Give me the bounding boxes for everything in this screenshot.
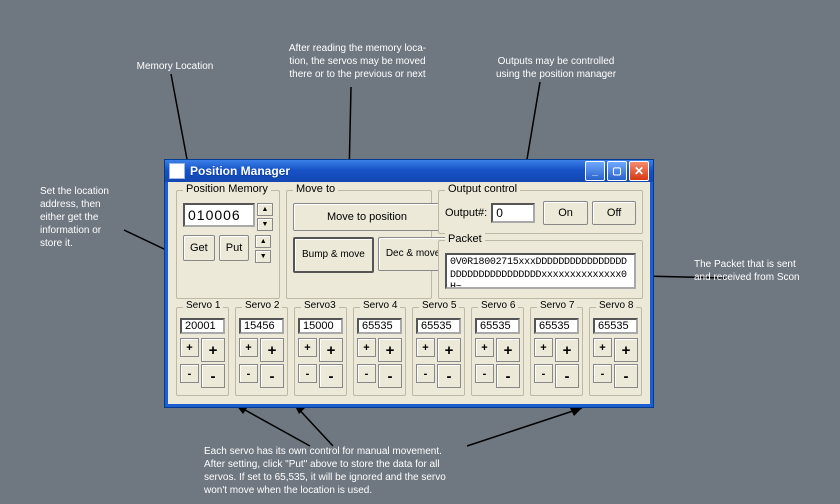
close-button[interactable]: ✕ bbox=[629, 161, 649, 181]
callout-packet: The Packet that is sent and received fro… bbox=[694, 258, 824, 284]
servo-6-minus-big[interactable]: - bbox=[496, 364, 520, 388]
servo-6-minus-small[interactable]: - bbox=[475, 364, 494, 383]
servo-group-2: Servo 2++-- bbox=[235, 307, 288, 396]
servo-1-minus-small[interactable]: - bbox=[180, 364, 199, 383]
servo-2-legend: Servo 2 bbox=[242, 300, 282, 311]
servo-8-plus-big[interactable]: + bbox=[614, 338, 638, 362]
output-off-button[interactable]: Off bbox=[592, 201, 636, 225]
servo-group-6: Servo 6++-- bbox=[471, 307, 524, 396]
packet-text[interactable] bbox=[445, 253, 636, 289]
window-title: Position Manager bbox=[190, 164, 580, 178]
servo-4-legend: Servo 4 bbox=[360, 300, 400, 311]
servo-6-value-input[interactable] bbox=[475, 318, 520, 334]
memory-address-input[interactable] bbox=[183, 203, 255, 227]
servo-5-plus-small[interactable]: + bbox=[416, 338, 435, 357]
output-num-label: Output#: bbox=[445, 207, 487, 219]
servo-3-minus-small[interactable]: - bbox=[298, 364, 317, 383]
servo-2-plus-big[interactable]: + bbox=[260, 338, 284, 362]
servo-8-minus-big[interactable]: - bbox=[614, 364, 638, 388]
servo-7-value-input[interactable] bbox=[534, 318, 579, 334]
callout-servo: Each servo has its own control for manua… bbox=[204, 445, 494, 497]
servo-7-plus-big[interactable]: + bbox=[555, 338, 579, 362]
servo-row: Servo 1++--Servo 2++--Servo3++--Servo 4+… bbox=[176, 307, 642, 396]
servo-5-legend: Servo 5 bbox=[419, 300, 459, 311]
move-to-group: Move to Move to position Bump & move Dec… bbox=[286, 190, 432, 299]
servo-2-value-input[interactable] bbox=[239, 318, 284, 334]
servo-6-plus-big[interactable]: + bbox=[496, 338, 520, 362]
get-button[interactable]: Get bbox=[183, 235, 215, 261]
servo-7-minus-small[interactable]: - bbox=[534, 364, 553, 383]
servo-3-minus-big[interactable]: - bbox=[319, 364, 343, 388]
put-button[interactable]: Put bbox=[219, 235, 250, 261]
servo-5-plus-big[interactable]: + bbox=[437, 338, 461, 362]
servo-3-legend: Servo3 bbox=[301, 300, 339, 311]
output-on-button[interactable]: On bbox=[543, 201, 588, 225]
servo-3-plus-small[interactable]: + bbox=[298, 338, 317, 357]
titlebar[interactable]: Position Manager _ ▢ ✕ bbox=[165, 160, 653, 182]
output-num-input[interactable] bbox=[491, 203, 535, 223]
servo-2-minus-big[interactable]: - bbox=[260, 364, 284, 388]
servo-group-1: Servo 1++-- bbox=[176, 307, 229, 396]
output-control-legend: Output control bbox=[445, 183, 520, 195]
memory-dec-button[interactable]: ▼ bbox=[257, 218, 273, 231]
servo-7-legend: Servo 7 bbox=[537, 300, 577, 311]
packet-legend: Packet bbox=[445, 233, 485, 245]
servo-1-plus-big[interactable]: + bbox=[201, 338, 225, 362]
servo-group-7: Servo 7++-- bbox=[530, 307, 583, 396]
servo-6-plus-small[interactable]: + bbox=[475, 338, 494, 357]
servo-3-value-input[interactable] bbox=[298, 318, 343, 334]
servo-group-8: Servo 8++-- bbox=[589, 307, 642, 396]
servo-1-minus-big[interactable]: - bbox=[201, 364, 225, 388]
move-to-position-button[interactable]: Move to position bbox=[293, 203, 441, 231]
bump-move-button[interactable]: Bump & move bbox=[293, 237, 374, 273]
servo-1-plus-small[interactable]: + bbox=[180, 338, 199, 357]
servo-8-plus-small[interactable]: + bbox=[593, 338, 612, 357]
servo-4-plus-small[interactable]: + bbox=[357, 338, 376, 357]
memory-inc-button[interactable]: ▲ bbox=[257, 203, 273, 216]
servo-2-plus-small[interactable]: + bbox=[239, 338, 258, 357]
maximize-button[interactable]: ▢ bbox=[607, 161, 627, 181]
servo-3-plus-big[interactable]: + bbox=[319, 338, 343, 362]
position-memory-legend: Position Memory bbox=[183, 183, 271, 195]
memory-inc2-button[interactable]: ▲ bbox=[255, 235, 271, 248]
servo-2-minus-small[interactable]: - bbox=[239, 364, 258, 383]
callout-outputs: Outputs may be controlled using the posi… bbox=[486, 55, 626, 81]
servo-5-minus-big[interactable]: - bbox=[437, 364, 461, 388]
servo-4-value-input[interactable] bbox=[357, 318, 402, 334]
output-control-group: Output control Output#: On Off bbox=[438, 190, 643, 234]
memory-dec2-button[interactable]: ▼ bbox=[255, 250, 271, 263]
servo-7-plus-small[interactable]: + bbox=[534, 338, 553, 357]
servo-group-5: Servo 5++-- bbox=[412, 307, 465, 396]
servo-group-3: Servo3++-- bbox=[294, 307, 347, 396]
servo-6-legend: Servo 6 bbox=[478, 300, 518, 311]
move-to-legend: Move to bbox=[293, 183, 338, 195]
servo-4-minus-small[interactable]: - bbox=[357, 364, 376, 383]
servo-group-4: Servo 4++-- bbox=[353, 307, 406, 396]
callout-move: After reading the memory loca- tion, the… bbox=[275, 42, 440, 81]
callout-setloc: Set the location address, then either ge… bbox=[40, 185, 132, 250]
servo-4-plus-big[interactable]: + bbox=[378, 338, 402, 362]
servo-7-minus-big[interactable]: - bbox=[555, 364, 579, 388]
servo-5-value-input[interactable] bbox=[416, 318, 461, 334]
minimize-button[interactable]: _ bbox=[585, 161, 605, 181]
packet-group: Packet bbox=[438, 240, 643, 299]
servo-1-legend: Servo 1 bbox=[183, 300, 223, 311]
servo-8-value-input[interactable] bbox=[593, 318, 638, 334]
servo-8-minus-small[interactable]: - bbox=[593, 364, 612, 383]
servo-1-value-input[interactable] bbox=[180, 318, 225, 334]
app-icon bbox=[169, 163, 185, 179]
servo-8-legend: Servo 8 bbox=[596, 300, 636, 311]
position-memory-group: Position Memory ▲ ▼ Get Put ▲ ▼ bbox=[176, 190, 280, 299]
servo-4-minus-big[interactable]: - bbox=[378, 364, 402, 388]
callout-memory-location: Memory Location bbox=[120, 60, 230, 73]
servo-5-minus-small[interactable]: - bbox=[416, 364, 435, 383]
window: Position Manager _ ▢ ✕ Position Memory ▲… bbox=[164, 159, 654, 408]
